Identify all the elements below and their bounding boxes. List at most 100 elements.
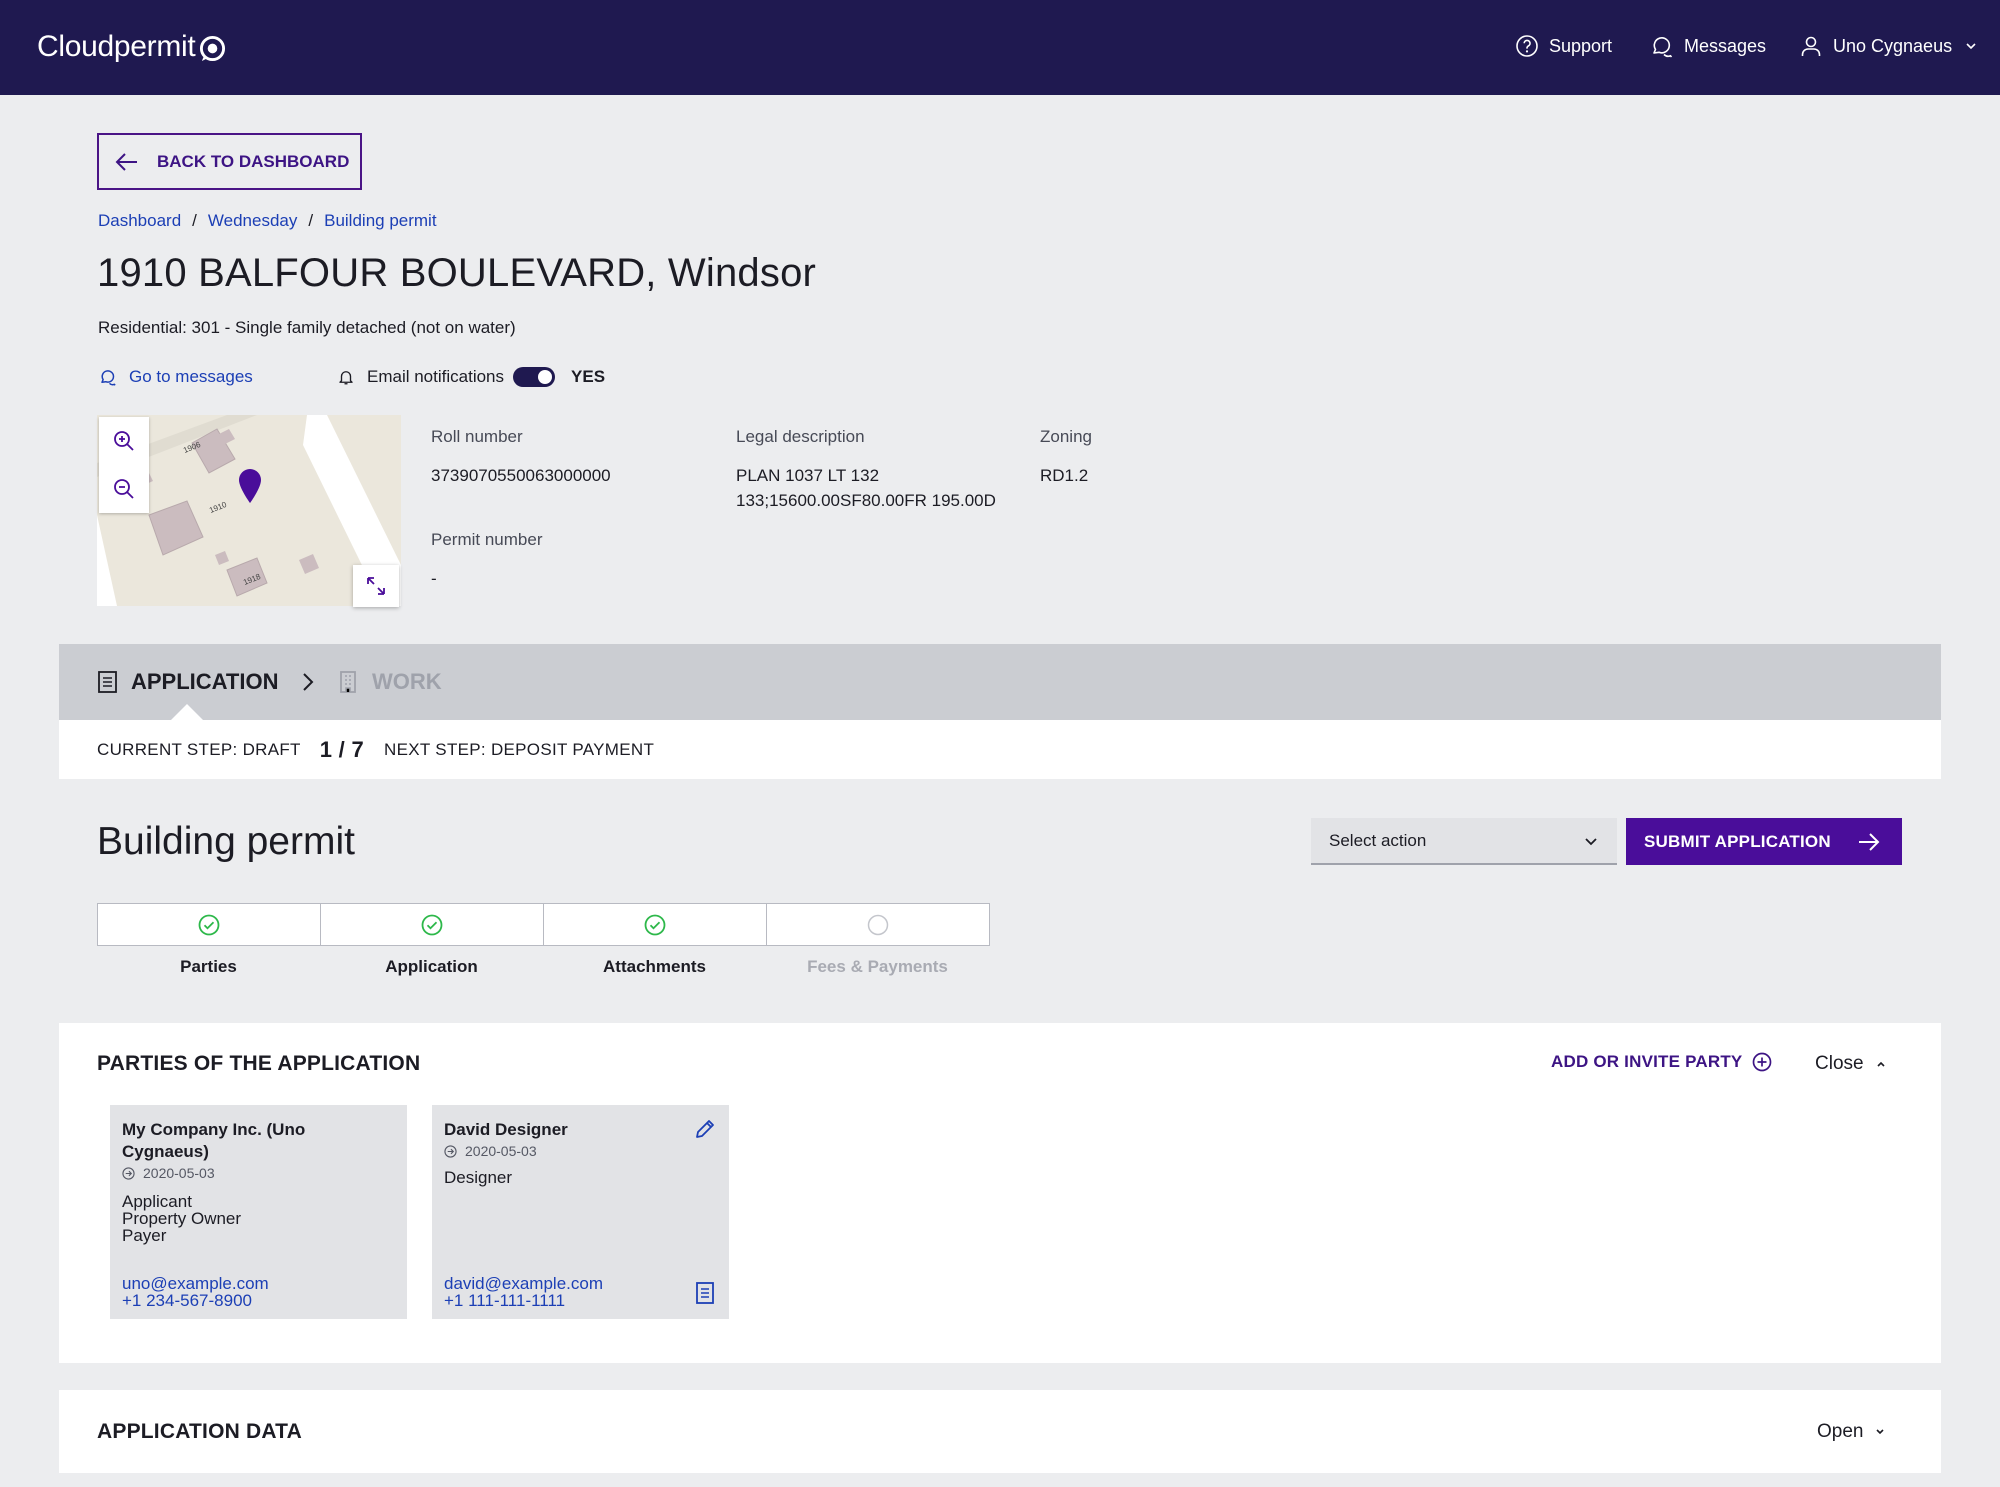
toggle-value: YES bbox=[571, 367, 606, 386]
top-navigation-bar: Cloudpermit Support Messages Uno Cygnaeu… bbox=[0, 0, 2000, 95]
select-action-label: Select action bbox=[1329, 830, 1427, 850]
current-step-bar: CURRENT STEP: DRAFT 1 / 7 NEXT STEP: DEP… bbox=[59, 720, 1941, 779]
empty-circle-icon bbox=[867, 914, 889, 935]
bell-icon bbox=[339, 371, 353, 385]
party-email-link[interactable]: david@example.com bbox=[444, 1275, 603, 1292]
phase-bar: APPLICATION WORK bbox=[59, 644, 1941, 720]
map-pin-icon bbox=[239, 469, 261, 503]
phase-work-label: WORK bbox=[372, 669, 442, 694]
arrow-left-icon bbox=[115, 152, 137, 171]
messages-link[interactable]: Messages bbox=[1650, 34, 1766, 58]
zoom-out-icon bbox=[114, 479, 134, 499]
active-phase-indicator bbox=[170, 704, 204, 721]
cloudpermit-logo[interactable]: Cloudpermit bbox=[37, 30, 226, 64]
party-email-link[interactable]: uno@example.com bbox=[122, 1275, 269, 1292]
wizard-step-application[interactable]: Application bbox=[320, 903, 544, 977]
chat-bubbles-icon bbox=[101, 370, 116, 386]
parties-collapse-button[interactable]: Close bbox=[1815, 1053, 1886, 1075]
back-button-label: BACK TO DASHBOARD bbox=[157, 151, 350, 171]
email-notifications: Email notifications YES bbox=[337, 367, 605, 387]
application-data-panel[interactable]: APPLICATION DATA bbox=[59, 1390, 1941, 1473]
wizard-step-fees-payments[interactable]: Fees & Payments bbox=[766, 903, 990, 977]
party-roles: Designer bbox=[444, 1169, 717, 1186]
zoom-in-icon bbox=[114, 431, 134, 451]
party-date: 2020-05-03 bbox=[122, 1165, 395, 1181]
expand-label: Open bbox=[1817, 1421, 1864, 1442]
party-contact: david@example.com +1 111-111-1111 bbox=[444, 1275, 603, 1309]
map-expand-button[interactable] bbox=[353, 565, 399, 607]
zoom-out-button[interactable] bbox=[99, 465, 149, 513]
legal-description-line1: PLAN 1037 LT 132 bbox=[736, 466, 880, 485]
pencil-edit-icon[interactable] bbox=[693, 1117, 717, 1141]
breadcrumb-building-permit[interactable]: Building permit bbox=[324, 211, 436, 231]
wizard-step-box bbox=[543, 903, 767, 946]
expand-icon bbox=[367, 577, 385, 595]
messages-label: Messages bbox=[1684, 35, 1767, 56]
chat-bubbles-icon bbox=[1653, 37, 1673, 58]
go-to-messages-label: Go to messages bbox=[129, 367, 253, 386]
chevron-right-icon bbox=[303, 673, 314, 691]
zoom-in-button[interactable] bbox=[99, 417, 149, 465]
application-data-expand-button[interactable]: Open bbox=[1817, 1421, 1885, 1443]
zoning-value: RD1.2 bbox=[1040, 466, 1089, 485]
document-icon bbox=[98, 671, 117, 693]
party-phone-link[interactable]: +1 234-567-8900 bbox=[122, 1292, 269, 1309]
application-data-title: APPLICATION DATA bbox=[97, 1420, 303, 1443]
chevron-down-icon bbox=[1585, 837, 1597, 845]
wizard-step-box bbox=[97, 903, 321, 946]
legal-description-field: Legal description PLAN 1037 LT 132 133;1… bbox=[736, 427, 996, 513]
phase-application[interactable]: APPLICATION bbox=[98, 644, 314, 720]
permit-number-field: Permit number - bbox=[431, 530, 542, 591]
wizard-step-parties[interactable]: Parties bbox=[97, 903, 321, 977]
step-progress: 1 / 7 bbox=[319, 736, 365, 762]
page-title: 1910 BALFOUR BOULEVARD, Windsor bbox=[97, 251, 817, 295]
party-role: Property Owner bbox=[122, 1209, 242, 1228]
permit-title: Building permit bbox=[97, 820, 355, 863]
logo-mark-icon bbox=[200, 35, 226, 61]
party-name: David Designer bbox=[444, 1120, 568, 1139]
email-notifications-label: Email notifications bbox=[367, 367, 505, 386]
breadcrumb-separator: / bbox=[308, 211, 314, 230]
roll-number-label: Roll number bbox=[431, 427, 523, 446]
back-to-dashboard-button[interactable]: BACK TO DASHBOARD bbox=[97, 133, 362, 190]
support-link[interactable]: Support bbox=[1515, 34, 1612, 58]
submit-application-button[interactable]: SUBMIT APPLICATION bbox=[1626, 818, 1902, 865]
legal-description-label: Legal description bbox=[736, 427, 865, 446]
submit-label: SUBMIT APPLICATION bbox=[1644, 831, 1831, 851]
party-date: 2020-05-03 bbox=[444, 1143, 717, 1159]
phase-application-label: APPLICATION bbox=[131, 669, 279, 694]
wizard-step-attachments[interactable]: Attachments bbox=[543, 903, 767, 977]
breadcrumb: Dashboard / Wednesday / Building permit bbox=[98, 211, 437, 231]
user-menu[interactable]: Uno Cygnaeus bbox=[1799, 34, 1978, 58]
wizard-step-label: Application bbox=[385, 957, 478, 976]
roll-number-value: 3739070550063000000 bbox=[431, 466, 611, 485]
next-step-label: NEXT STEP: DEPOSIT PAYMENT bbox=[384, 739, 655, 759]
logo-text: Cloudpermit bbox=[37, 30, 196, 63]
breadcrumb-wednesday[interactable]: Wednesday bbox=[208, 211, 297, 231]
wizard-step-box bbox=[766, 903, 990, 946]
party-role: Payer bbox=[122, 1226, 167, 1245]
party-phone-link[interactable]: +1 111-111-1111 bbox=[444, 1292, 603, 1309]
party-card[interactable]: David Designer 2020-05-03 Designer david… bbox=[432, 1105, 729, 1319]
select-action-dropdown[interactable]: Select action bbox=[1311, 818, 1617, 865]
help-circle-icon bbox=[1516, 35, 1538, 57]
breadcrumb-dashboard[interactable]: Dashboard bbox=[98, 211, 181, 231]
check-circle-icon bbox=[421, 914, 443, 935]
wizard-step-label: Attachments bbox=[603, 957, 706, 976]
permit-number-label: Permit number bbox=[431, 530, 543, 549]
email-notifications-toggle[interactable] bbox=[513, 367, 556, 387]
party-card[interactable]: My Company Inc. (Uno Cygnaeus) 2020-05-0… bbox=[110, 1105, 407, 1319]
party-roles: Applicant Property Owner Payer bbox=[122, 1193, 395, 1244]
add-or-invite-party-button[interactable]: ADD OR INVITE PARTY bbox=[1551, 1052, 1772, 1072]
phase-work[interactable]: WORK bbox=[340, 644, 442, 720]
zoning-field: Zoning RD1.2 bbox=[1040, 427, 1092, 488]
plus-circle-icon bbox=[1753, 1052, 1772, 1072]
arrow-right-icon bbox=[1859, 832, 1880, 851]
party-name: My Company Inc. (Uno Cygnaeus) bbox=[122, 1120, 306, 1161]
go-to-messages-link[interactable]: Go to messages bbox=[99, 367, 253, 387]
arrow-circle-icon bbox=[122, 1166, 135, 1180]
roll-number-field: Roll number 3739070550063000000 bbox=[431, 427, 611, 488]
party-contact: uno@example.com +1 234-567-8900 bbox=[122, 1275, 269, 1309]
document-icon[interactable] bbox=[696, 1282, 714, 1304]
legal-description-line2: 133;15600.00SF80.00FR 195.00D bbox=[736, 491, 996, 510]
